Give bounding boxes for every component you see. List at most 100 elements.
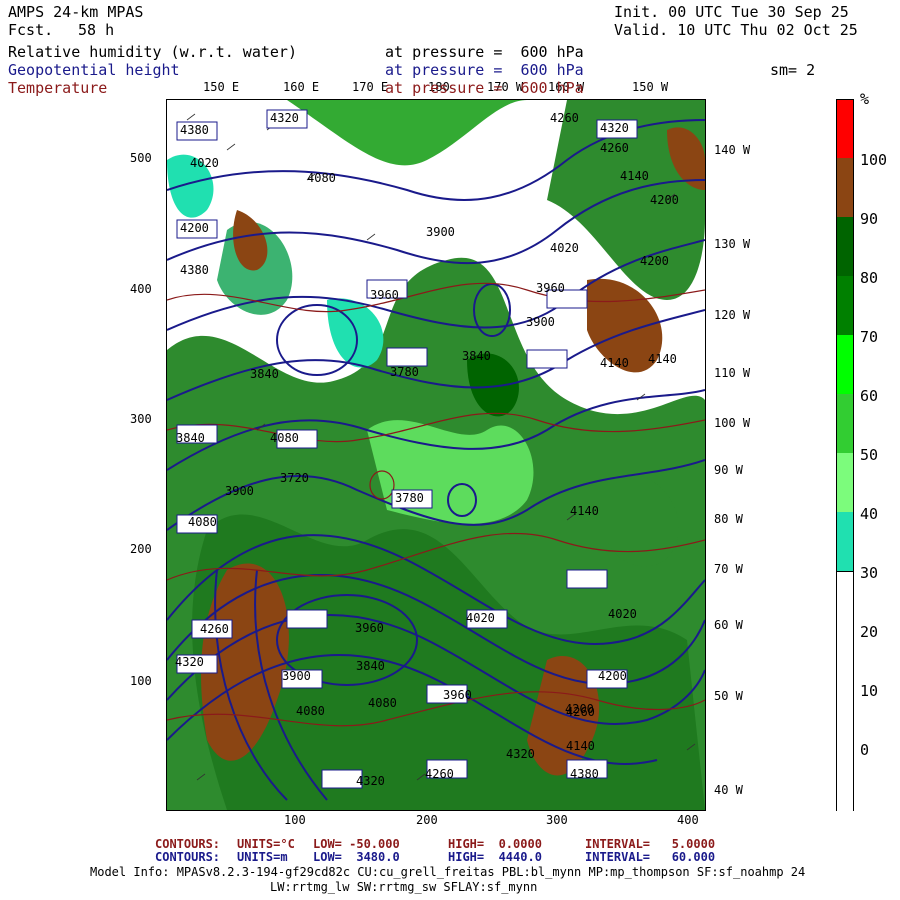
forecast-label: Fcst. — [8, 21, 54, 39]
colorbar-label: 90 — [860, 210, 879, 228]
contour-label: 3780 — [395, 491, 424, 505]
contour-label: 3900 — [282, 669, 311, 683]
contour-label: 4320 — [506, 747, 535, 761]
contour-label: 4200 — [598, 669, 627, 683]
colorbar-segment — [837, 158, 853, 217]
model-title: AMPS 24-km MPAS — [8, 3, 144, 21]
lon-top-label: 170 E — [352, 80, 389, 94]
x-tick-label: 400 — [677, 813, 699, 827]
contour-label: 4320 — [270, 111, 299, 125]
lon-right-label: 130 W — [714, 237, 751, 251]
colorbar-segment — [837, 394, 853, 453]
footer-height-interval: INTERVAL= 60.000 — [585, 850, 716, 864]
humidity-colorbar — [836, 99, 854, 811]
lon-right-label: 90 W — [714, 463, 743, 477]
contour-label: 3900 — [225, 484, 254, 498]
lon-right-label: 70 W — [714, 562, 743, 576]
contour-label: 4200 — [640, 254, 669, 268]
lon-top-label: 150 E — [203, 80, 240, 94]
contour-label: 4320 — [600, 121, 629, 135]
colorbar-label: 20 — [860, 623, 879, 641]
lon-top-label: 160 E — [283, 80, 320, 94]
contour-label: 3900 — [426, 225, 455, 239]
pressure-rh: at pressure = 600 hPa — [385, 43, 584, 61]
colorbar-segment — [837, 217, 853, 276]
colorbar-label: 50 — [860, 446, 879, 464]
colorbar-label: 80 — [860, 269, 879, 287]
valid-time: Valid. 10 UTC Thu 02 Oct 25 — [614, 21, 858, 39]
lon-right-label: 50 W — [714, 689, 743, 703]
lon-right-label: 120 W — [714, 308, 751, 322]
contour-label: 3840 — [176, 431, 205, 445]
contour-label: 3840 — [250, 367, 279, 381]
map-plot-area — [166, 99, 706, 811]
x-tick-label: 100 — [284, 813, 306, 827]
lon-right-label: 100 W — [714, 416, 751, 430]
footer-height-contours: CONTOURS: — [155, 850, 221, 864]
footer-height-units: UNITS=m — [237, 850, 288, 864]
footer-model-info: Model Info: MPASv8.2.3-194-gf29cd82c CU:… — [90, 865, 806, 879]
pressure-height: at pressure = 600 hPa — [385, 61, 584, 79]
contour-label: 4260 — [200, 622, 229, 636]
contour-label: 4200 — [180, 221, 209, 235]
init-time: Init. 00 UTC Tue 30 Sep 25 — [614, 3, 849, 21]
contour-label: 4080 — [368, 696, 397, 710]
footer-model-info-physics: LW:rrtmg_lw SW:rrtmg_sw SFLAY:sf_mynn — [270, 880, 538, 894]
x-tick-label: 300 — [546, 813, 568, 827]
smoothing-label: sm= 2 — [770, 61, 816, 79]
footer-height-low: LOW= 3480.0 — [313, 850, 400, 864]
y-tick-label: 300 — [130, 412, 152, 426]
footer-height-high: HIGH= 4440.0 — [448, 850, 542, 864]
contour-label: 3780 — [390, 365, 419, 379]
lon-top-label: 150 W — [632, 80, 669, 94]
contour-label: 4020 — [550, 241, 579, 255]
contour-label: 4080 — [188, 515, 217, 529]
field-height-label: Geopotential height — [8, 61, 180, 79]
contour-label: 4320 — [175, 655, 204, 669]
y-tick-label: 500 — [130, 151, 152, 165]
contour-label: 4380 — [570, 767, 599, 781]
colorbar-label: 100 — [860, 151, 888, 169]
colorbar-segment — [837, 335, 853, 394]
contour-label: 4080 — [307, 171, 336, 185]
y-tick-label: 100 — [130, 674, 152, 688]
lon-right-label: 80 W — [714, 512, 743, 526]
contour-label: 4140 — [620, 169, 649, 183]
colorbar-unit: % — [860, 90, 870, 108]
y-tick-label: 400 — [130, 282, 152, 296]
contour-label: 4320 — [356, 774, 385, 788]
contour-label: 4020 — [190, 156, 219, 170]
lon-right-label: 110 W — [714, 366, 751, 380]
contour-label: 4020 — [608, 607, 637, 621]
x-tick-label: 200 — [416, 813, 438, 827]
colorbar-label: 60 — [860, 387, 879, 405]
colorbar-label: 0 — [860, 741, 870, 759]
colorbar-label: 10 — [860, 682, 879, 700]
colorbar-segment — [837, 276, 853, 335]
contour-label: 4080 — [296, 704, 325, 718]
contour-label: 3840 — [356, 659, 385, 673]
contour-label: 4140 — [648, 352, 677, 366]
colorbar-segment — [837, 100, 853, 158]
lon-right-label: 140 W — [714, 143, 751, 157]
contour-label: 4380 — [180, 123, 209, 137]
contour-label: 4380 — [180, 263, 209, 277]
colorbar-segment — [837, 512, 853, 571]
contour-label: 3720 — [280, 471, 309, 485]
contour-label: 3960 — [536, 281, 565, 295]
forecast-hour: 58 h — [78, 21, 115, 39]
contour-label: 4080 — [270, 431, 299, 445]
contour-label: 3960 — [355, 621, 384, 635]
contour-label: 4200 — [650, 193, 679, 207]
y-tick-label: 200 — [130, 542, 152, 556]
contour-label: 3960 — [370, 288, 399, 302]
map-field-svg — [167, 100, 705, 810]
contour-label: 3900 — [526, 315, 555, 329]
pressure-temp: at pressure = 600 hPa — [385, 79, 584, 97]
colorbar-segment — [837, 571, 853, 811]
colorbar-segment — [837, 453, 853, 512]
contour-label: 3840 — [462, 349, 491, 363]
contour-label: 4260 — [425, 767, 454, 781]
colorbar-label: 40 — [860, 505, 879, 523]
lon-right-label: 40 W — [714, 783, 743, 797]
